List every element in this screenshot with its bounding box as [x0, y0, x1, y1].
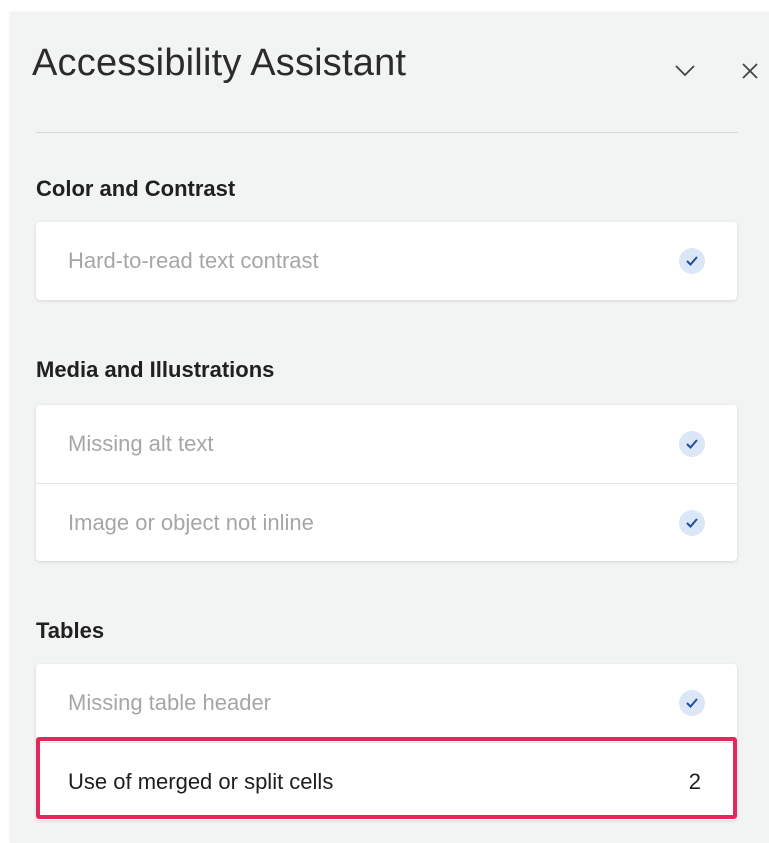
issue-label: Hard-to-read text contrast [68, 248, 319, 273]
section-title-tables: Tables [36, 618, 105, 643]
card-media: Missing alt text Image or object not inl… [36, 405, 737, 561]
check-icon [679, 431, 705, 457]
card-color-contrast: Hard-to-read text contrast [36, 222, 737, 300]
pane-title: Accessibility Assistant [32, 42, 407, 84]
issue-label: Missing table header [68, 690, 272, 715]
issue-label: Missing alt text [68, 431, 214, 456]
issue-row-object-not-inline[interactable]: Image or object not inline [36, 483, 737, 561]
issue-row-text-contrast[interactable]: Hard-to-read text contrast [36, 222, 737, 300]
close-icon [742, 63, 758, 79]
issue-row-merged-split-cells[interactable]: Use of merged or split cells 2 [36, 742, 737, 820]
issue-count-badge: 2 [688, 768, 701, 794]
header-divider [36, 132, 738, 133]
issue-label: Image or object not inline [68, 509, 314, 535]
check-icon [679, 509, 705, 536]
collapse-button[interactable] [670, 56, 700, 86]
card-tables: Missing table header Use of merged or sp… [36, 664, 737, 820]
issue-label: Use of merged or split cells [68, 768, 334, 794]
close-button[interactable] [735, 56, 765, 86]
section-title-color-contrast: Color and Contrast [36, 176, 236, 201]
check-icon [679, 248, 705, 274]
issue-row-missing-alt-text[interactable]: Missing alt text [36, 405, 737, 483]
section-title-media: Media and Illustrations [36, 357, 275, 382]
chevron-down-icon [675, 65, 695, 77]
check-icon [679, 690, 705, 716]
accessibility-pane: Accessibility Assistant Color and Contra… [10, 12, 769, 843]
issue-row-missing-table-header[interactable]: Missing table header [36, 664, 737, 742]
